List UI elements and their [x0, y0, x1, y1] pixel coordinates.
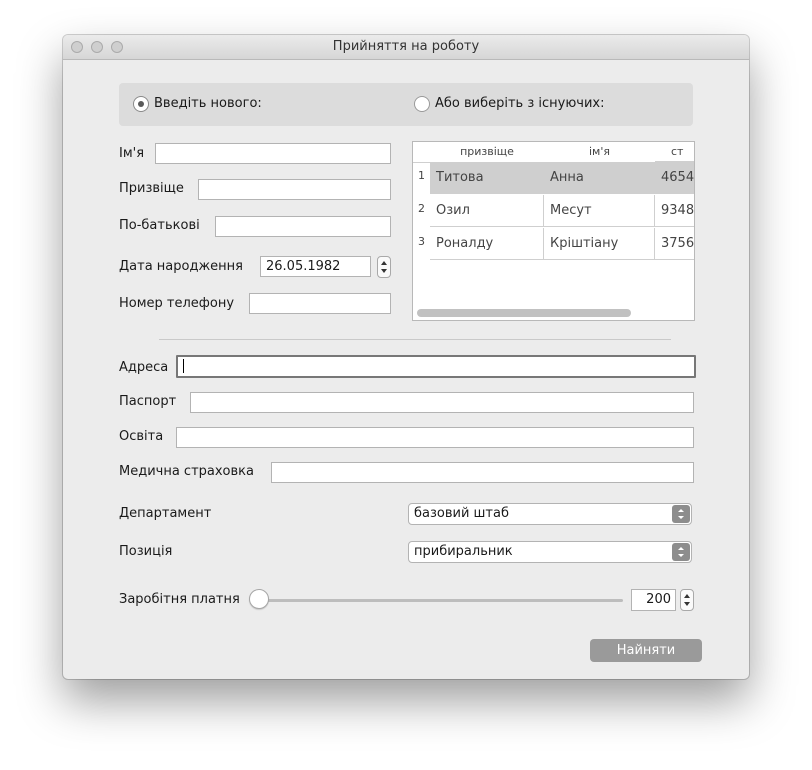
last-name-label: Призвіще — [119, 181, 184, 196]
new-employee-label[interactable]: Введіть нового: — [154, 95, 262, 113]
table-cell[interactable]: 4654 — [655, 162, 694, 194]
patronymic-field[interactable] — [215, 216, 391, 237]
passport-label: Паспорт — [119, 394, 177, 409]
department-label: Департамент — [119, 506, 212, 521]
education-label: Освіта — [119, 429, 164, 444]
row-number: 2 — [418, 202, 425, 215]
insurance-label: Медична страховка — [119, 464, 254, 479]
salary-label: Заробітня платня — [119, 592, 240, 607]
phone-field[interactable] — [249, 293, 391, 314]
hire-window: Прийняття на роботу Введіть нового: Або … — [63, 35, 749, 679]
employees-table[interactable]: призвіще ім'я ст 1 Титова Анна 4654 2 Оз… — [412, 141, 695, 321]
salary-slider-knob[interactable] — [249, 589, 269, 609]
salary-stepper[interactable] — [680, 589, 694, 611]
column-header-first-name[interactable]: ім'я — [544, 142, 656, 163]
phone-label: Номер телефону — [119, 296, 235, 311]
address-label: Адреса — [119, 360, 169, 375]
column-header-third[interactable]: ст — [655, 142, 694, 162]
title-bar: Прийняття на роботу — [63, 35, 749, 60]
birth-date-field[interactable]: 26.05.1982 — [260, 256, 371, 277]
salary-slider-track[interactable] — [259, 599, 623, 602]
table-cell[interactable]: Роналду — [430, 228, 544, 260]
birth-date-stepper[interactable] — [377, 256, 391, 278]
existing-employee-radio[interactable] — [414, 96, 430, 112]
table-cell[interactable]: Анна — [544, 162, 655, 194]
department-select[interactable]: базовий штаб — [408, 503, 692, 525]
position-label: Позиція — [119, 544, 173, 559]
text-caret — [183, 359, 184, 373]
table-corner-header — [413, 142, 431, 163]
birth-date-label: Дата народження — [119, 259, 243, 274]
first-name-field[interactable] — [155, 143, 391, 164]
new-employee-radio[interactable] — [133, 96, 149, 112]
window-title: Прийняття на роботу — [332, 39, 480, 54]
table-horizontal-scrollbar[interactable] — [417, 309, 631, 317]
position-value: прибиральник — [414, 544, 513, 559]
column-header-last-name[interactable]: призвіще — [430, 142, 545, 163]
last-name-field[interactable] — [198, 179, 391, 200]
mode-selector: Введіть нового: Або виберіть з існуючих: — [119, 83, 693, 126]
first-name-label: Ім'я — [119, 146, 145, 161]
table-cell[interactable]: 3756 — [655, 228, 694, 260]
existing-employee-label[interactable]: Або виберіть з існуючих: — [435, 95, 605, 113]
section-divider — [159, 339, 671, 340]
salary-field[interactable]: 200 — [631, 589, 676, 611]
select-arrows-icon — [672, 505, 690, 523]
education-field[interactable] — [176, 427, 694, 448]
insurance-field[interactable] — [271, 462, 694, 483]
table-cell[interactable]: Титова — [430, 162, 544, 194]
table-cell[interactable]: Озил — [430, 195, 544, 227]
passport-field[interactable] — [190, 392, 694, 413]
hire-button[interactable]: Найняти — [590, 639, 702, 662]
patronymic-label: По-батькові — [119, 218, 200, 233]
address-field[interactable] — [176, 355, 696, 378]
row-number: 3 — [418, 235, 425, 248]
table-cell[interactable]: Месут — [544, 195, 655, 227]
department-value: базовий штаб — [414, 506, 509, 521]
position-select[interactable]: прибиральник — [408, 541, 692, 563]
table-cell[interactable]: Кріштіану — [544, 228, 655, 260]
row-number: 1 — [418, 169, 425, 182]
select-arrows-icon — [672, 543, 690, 561]
table-cell[interactable]: 9348 — [655, 195, 694, 227]
